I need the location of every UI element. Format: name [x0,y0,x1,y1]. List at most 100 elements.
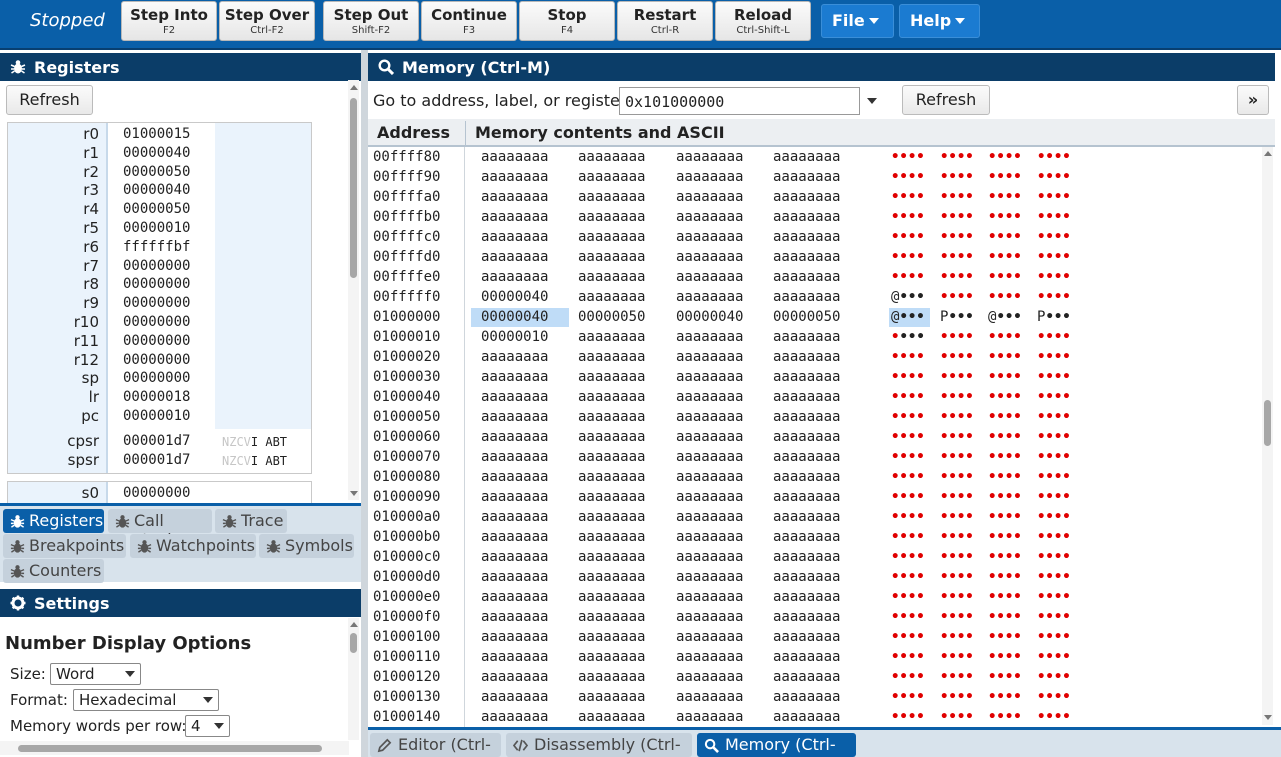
memory-word[interactable]: aaaaaaaa [773,669,840,685]
memory-word[interactable]: aaaaaaaa [676,289,743,305]
memory-word[interactable]: aaaaaaaa [773,329,840,345]
memory-word[interactable]: aaaaaaaa [676,709,743,725]
memory-word[interactable]: aaaaaaaa [773,209,840,225]
words-per-row-select[interactable]: 4 [185,715,230,737]
memory-word[interactable]: aaaaaaaa [676,469,743,485]
memory-word[interactable]: aaaaaaaa [676,629,743,645]
memory-word[interactable]: aaaaaaaa [773,229,840,245]
memory-word[interactable]: aaaaaaaa [578,489,645,505]
memory-word[interactable]: aaaaaaaa [481,469,548,485]
memory-word[interactable]: aaaaaaaa [773,509,840,525]
tab-trace[interactable]: Trace [215,509,287,533]
memory-word[interactable]: aaaaaaaa [773,169,840,185]
memory-word[interactable]: aaaaaaaa [481,409,548,425]
memory-word[interactable]: aaaaaaaa [676,609,743,625]
memory-word[interactable]: aaaaaaaa [676,389,743,405]
memory-word[interactable]: aaaaaaaa [578,709,645,725]
memory-word[interactable]: aaaaaaaa [773,349,840,365]
memory-word[interactable]: aaaaaaaa [676,669,743,685]
memory-word[interactable]: aaaaaaaa [578,669,645,685]
memory-word[interactable]: aaaaaaaa [578,549,645,565]
settings-hscrollbar[interactable] [0,741,349,755]
restart-button[interactable]: Restart Ctrl-R [617,1,713,41]
memory-word[interactable]: aaaaaaaa [676,509,743,525]
memory-word[interactable]: aaaaaaaa [578,589,645,605]
reload-button[interactable]: Reload Ctrl-Shift-L [715,1,811,41]
memory-word[interactable]: aaaaaaaa [773,549,840,565]
tab-disassembly[interactable]: Disassembly (Ctrl-D) [506,733,692,757]
memory-word[interactable]: aaaaaaaa [578,249,645,265]
memory-word[interactable]: aaaaaaaa [676,169,743,185]
memory-word[interactable]: aaaaaaaa [773,609,840,625]
memory-word[interactable]: aaaaaaaa [481,369,548,385]
memory-word[interactable]: aaaaaaaa [578,209,645,225]
memory-word[interactable]: aaaaaaaa [676,549,743,565]
memory-word[interactable]: aaaaaaaa [773,409,840,425]
tab-breakpoints[interactable]: Breakpoints [3,534,126,558]
memory-word[interactable]: aaaaaaaa [481,549,548,565]
continue-button[interactable]: Continue F3 [421,1,517,41]
address-history-dropdown-icon[interactable] [867,98,877,104]
memory-word[interactable]: aaaaaaaa [676,649,743,665]
registers-refresh-button[interactable]: Refresh [6,85,93,115]
tab-memory[interactable]: Memory (Ctrl-M) [697,733,856,757]
memory-word[interactable]: 00000040 [481,289,548,305]
memory-word[interactable]: aaaaaaaa [481,249,548,265]
memory-word[interactable]: aaaaaaaa [676,429,743,445]
memory-word[interactable]: aaaaaaaa [676,689,743,705]
register-row-r8[interactable]: r8 00000000 [8,275,311,294]
panel-splitter[interactable] [361,50,368,757]
step-over-button[interactable]: Step Over Ctrl-F2 [219,1,315,41]
memory-word[interactable]: aaaaaaaa [676,329,743,345]
register-row-r4[interactable]: r4 00000050 [8,200,311,219]
format-select[interactable]: Hexadecimal [73,689,219,711]
register-row-r1[interactable]: r1 00000040 [8,144,311,163]
memory-word[interactable]: aaaaaaaa [578,529,645,545]
memory-word[interactable]: aaaaaaaa [676,349,743,365]
memory-word[interactable]: aaaaaaaa [773,449,840,465]
file-menu-button[interactable]: File [821,4,894,38]
memory-word[interactable]: aaaaaaaa [578,469,645,485]
memory-word[interactable]: aaaaaaaa [578,229,645,245]
memory-scrollbar[interactable] [1262,147,1273,725]
memory-word[interactable]: aaaaaaaa [773,689,840,705]
memory-word[interactable]: aaaaaaaa [481,429,548,445]
memory-word[interactable]: aaaaaaaa [773,709,840,725]
memory-word[interactable]: aaaaaaaa [773,649,840,665]
memory-word[interactable]: aaaaaaaa [676,449,743,465]
memory-word[interactable]: aaaaaaaa [773,269,840,285]
memory-word[interactable]: aaaaaaaa [578,369,645,385]
tab-registers[interactable]: Registers [3,509,104,533]
scrollbar-thumb[interactable] [350,633,357,653]
memory-word[interactable]: aaaaaaaa [578,569,645,585]
register-row-r0[interactable]: r0 01000015 [8,125,311,144]
step-out-button[interactable]: Step Out Shift-F2 [323,1,419,41]
memory-word[interactable]: aaaaaaaa [773,569,840,585]
memory-word[interactable]: aaaaaaaa [578,649,645,665]
memory-word[interactable]: aaaaaaaa [578,389,645,405]
memory-word[interactable]: aaaaaaaa [676,529,743,545]
memory-word[interactable]: aaaaaaaa [676,249,743,265]
memory-word[interactable]: aaaaaaaa [481,229,548,245]
memory-word[interactable]: aaaaaaaa [676,409,743,425]
memory-word[interactable]: aaaaaaaa [578,189,645,205]
memory-word[interactable]: 00000050 [578,309,645,325]
register-row-lr[interactable]: lr 00000018 [8,388,311,407]
memory-word[interactable]: aaaaaaaa [676,149,743,165]
memory-word[interactable]: aaaaaaaa [578,609,645,625]
memory-word[interactable]: aaaaaaaa [481,189,548,205]
memory-word[interactable]: aaaaaaaa [481,489,548,505]
memory-refresh-button[interactable]: Refresh [902,85,990,115]
register-row-r5[interactable]: r5 00000010 [8,219,311,238]
memory-word[interactable]: aaaaaaaa [481,389,548,405]
memory-word[interactable]: aaaaaaaa [578,269,645,285]
scrollbar-thumb[interactable] [1264,400,1271,446]
memory-word[interactable]: aaaaaaaa [676,209,743,225]
memory-word[interactable]: aaaaaaaa [481,629,548,645]
register-row-sp[interactable]: sp 00000000 [8,369,311,388]
memory-word[interactable]: aaaaaaaa [676,189,743,205]
memory-word[interactable]: 00000040 [481,309,548,325]
memory-word[interactable]: aaaaaaaa [481,529,548,545]
tab-editor[interactable]: Editor (Ctrl-E) [370,733,501,757]
memory-word[interactable]: aaaaaaaa [676,489,743,505]
